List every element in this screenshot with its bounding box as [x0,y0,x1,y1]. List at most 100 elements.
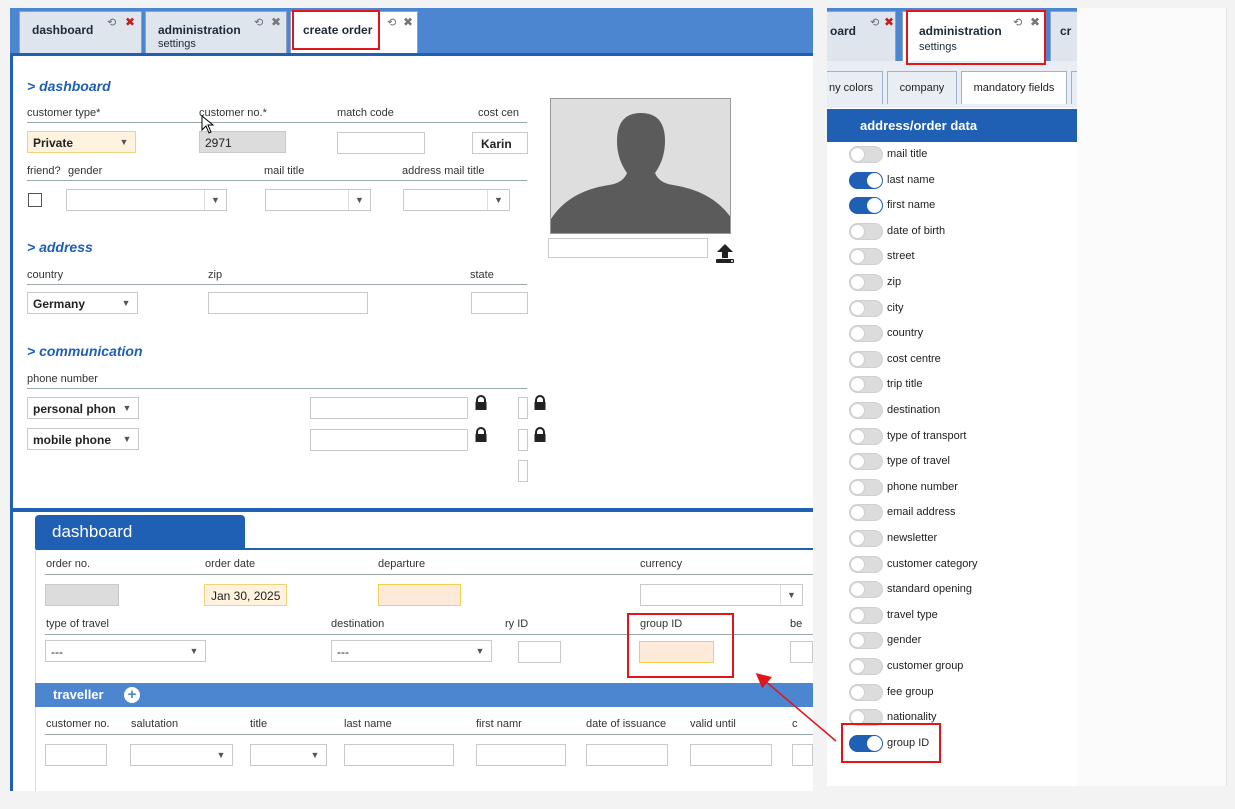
chevron-down-icon: ▼ [183,641,205,661]
traveller-last-name-input[interactable] [344,744,454,766]
lock-icon[interactable] [533,427,547,443]
personal-phone-input[interactable] [310,397,468,419]
pin-icon[interactable]: ⟲ [254,16,263,29]
pin-icon[interactable]: ⟲ [387,16,396,29]
toggle-customer-group[interactable] [849,658,883,675]
traveller-valid-until-input[interactable] [690,744,772,766]
toggle-city[interactable] [849,300,883,317]
gender-select[interactable]: ▼ [66,189,227,211]
match-code-input[interactable] [337,132,425,154]
toggle-country[interactable] [849,325,883,342]
toggle-type-of-transport[interactable] [849,428,883,445]
tab-dashboard-title: oard [830,24,857,38]
toggle-label-destination: destination [887,404,941,416]
toggle-knob [850,454,865,469]
state-input[interactable] [471,292,528,314]
toggle-destination[interactable] [849,402,883,419]
extra-input[interactable] [518,460,528,482]
lock-icon[interactable] [474,395,488,411]
toggle-cost-centre[interactable] [849,351,883,368]
toggle-email-address[interactable] [849,504,883,521]
customer-type-select[interactable]: Private ▼ [27,131,136,153]
toggle-travel-type[interactable] [849,607,883,624]
photo-path-input[interactable] [548,238,708,258]
subtab-company[interactable]: company [887,71,957,104]
type-of-travel-value: --- [51,645,63,659]
toggle-street[interactable] [849,248,883,265]
address-order-data-header[interactable]: address/order data [827,109,1077,142]
section-dashboard-title: > dashboard [27,78,111,94]
mobile-phone-input[interactable] [310,429,468,451]
traveller-first-name-input[interactable] [476,744,566,766]
cost-centre-input[interactable]: Karin [472,132,528,154]
friend-label: friend? [27,165,61,177]
cut-off-input[interactable] [790,641,813,663]
toggle-type-of-travel[interactable] [849,453,883,470]
phone-type-select-2[interactable]: mobile phone ▼ [27,428,139,450]
toggle-date-of-birth[interactable] [849,223,883,240]
tab-administration[interactable]: administration settings ⟲ ✖ [145,11,287,53]
lock-icon[interactable] [474,427,488,443]
close-icon[interactable]: ✖ [403,15,413,29]
person-silhouette-icon [551,113,730,233]
toggle-knob [850,531,865,546]
phone-extra-input[interactable] [518,397,528,419]
toggle-phone-number[interactable] [849,479,883,496]
toggle-trip-title[interactable] [849,376,883,393]
toggle-knob [867,173,882,188]
page-background [1077,8,1227,786]
country-id-input[interactable] [518,641,561,663]
traveller-customer-no-input[interactable] [45,744,107,766]
lock-icon[interactable] [533,395,547,411]
chevron-down-icon: ▼ [115,293,137,313]
departure-input[interactable] [378,584,461,606]
subtab-company-label: company [899,82,945,94]
phone-type-select-1[interactable]: personal phon ▼ [27,397,139,419]
tab-dashboard[interactable]: dashboard ⟲ ✖ [19,11,142,53]
friend-checkbox[interactable] [28,193,42,207]
zip-input[interactable] [208,292,368,314]
avatar[interactable] [550,98,731,234]
toggle-mail-title[interactable] [849,146,883,163]
country-select[interactable]: Germany ▼ [27,292,138,314]
toggle-fee-group[interactable] [849,684,883,701]
mail-title-select[interactable]: ▼ [265,189,371,211]
destination-select[interactable]: --- ▼ [331,640,492,662]
tab-administration-subtitle: settings [158,38,196,50]
toggle-first-name[interactable] [849,197,883,214]
traveller-date-of-issuance-input[interactable] [586,744,668,766]
close-icon[interactable]: ✖ [125,15,135,29]
traveller-title: traveller [53,687,104,702]
traveller-title-select[interactable]: ▼ [250,744,327,766]
type-of-travel-select[interactable]: --- ▼ [45,640,206,662]
toggle-last-name[interactable] [849,172,883,189]
toggle-standard-opening[interactable] [849,581,883,598]
traveller-extra-input[interactable] [792,744,813,766]
tab-create-order[interactable]: cr [1050,11,1077,61]
mouse-cursor-icon [201,115,215,134]
toggle-zip[interactable] [849,274,883,291]
close-icon[interactable]: ✖ [884,15,894,29]
tab-dashboard[interactable]: oard ⟲ ✖ [827,11,896,61]
pin-icon[interactable]: ⟲ [870,16,879,29]
chevron-down-icon: ▼ [116,429,138,449]
upload-icon[interactable] [713,241,737,265]
address-mail-title-label: address mail title [402,165,485,177]
toggle-knob [850,557,865,572]
pin-icon[interactable]: ⟲ [107,16,116,29]
order-tab-dashboard[interactable]: dashboard [35,515,245,548]
order-date-input[interactable]: Jan 30, 2025 [204,584,287,606]
toggle-knob [850,608,865,623]
col-last-name: last name [344,718,392,730]
toggle-gender[interactable] [849,632,883,649]
close-icon[interactable]: ✖ [271,15,281,29]
currency-select[interactable]: ▼ [640,584,803,606]
mobile-extra-input[interactable] [518,429,528,451]
traveller-salutation-select[interactable]: ▼ [130,744,233,766]
add-traveller-icon[interactable]: + [124,687,140,703]
subtab-mandatory-fields[interactable]: mandatory fields [961,71,1067,104]
toggle-newsletter[interactable] [849,530,883,547]
subtab-company-colors[interactable]: ny colors [827,71,883,104]
address-mail-title-select[interactable]: ▼ [403,189,510,211]
toggle-customer-category[interactable] [849,556,883,573]
